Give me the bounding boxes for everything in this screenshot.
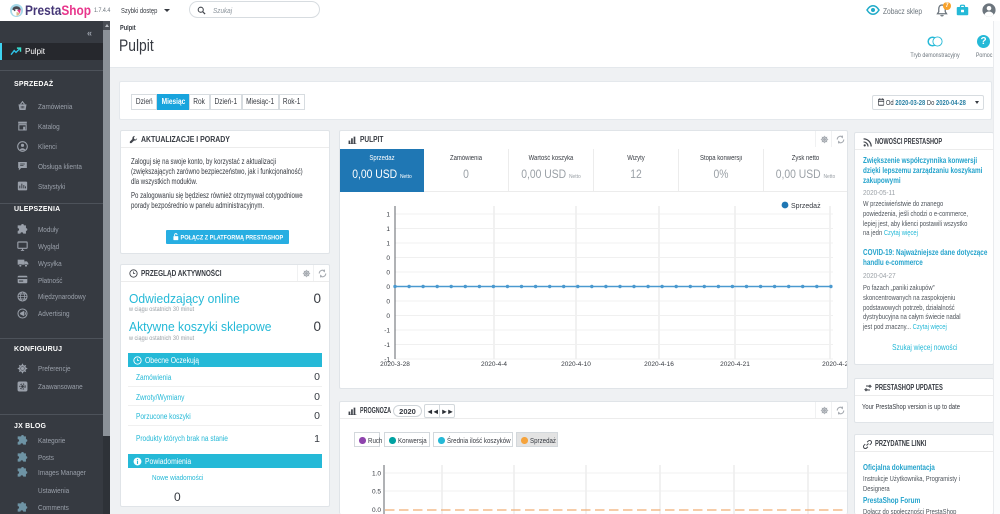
svg-text:1: 1 bbox=[386, 241, 390, 248]
svg-text:0.0: 0.0 bbox=[372, 507, 381, 514]
svg-text:0: 0 bbox=[386, 270, 390, 277]
svg-text:2020-4-21: 2020-4-21 bbox=[720, 361, 750, 368]
svg-text:0: 0 bbox=[386, 299, 390, 306]
svg-text:2020-4-16: 2020-4-16 bbox=[644, 361, 674, 368]
svg-text:-1: -1 bbox=[384, 342, 390, 349]
svg-text:1: 1 bbox=[386, 212, 390, 219]
svg-text:-1: -1 bbox=[384, 328, 390, 335]
svg-text:1.0: 1.0 bbox=[372, 471, 381, 478]
svg-text:0: 0 bbox=[386, 313, 390, 320]
svg-text:1: 1 bbox=[386, 226, 390, 233]
svg-text:2020-4-28: 2020-4-28 bbox=[822, 361, 848, 368]
svg-text:2020-4-10: 2020-4-10 bbox=[561, 361, 591, 368]
svg-text:2020-4-4: 2020-4-4 bbox=[481, 361, 507, 368]
svg-text:0.5: 0.5 bbox=[372, 489, 381, 496]
svg-text:0: 0 bbox=[386, 284, 390, 291]
svg-text:0: 0 bbox=[386, 255, 390, 262]
svg-text:2020-3-28: 2020-3-28 bbox=[380, 361, 410, 368]
svg-text:Sprzedaż: Sprzedaż bbox=[791, 203, 821, 210]
